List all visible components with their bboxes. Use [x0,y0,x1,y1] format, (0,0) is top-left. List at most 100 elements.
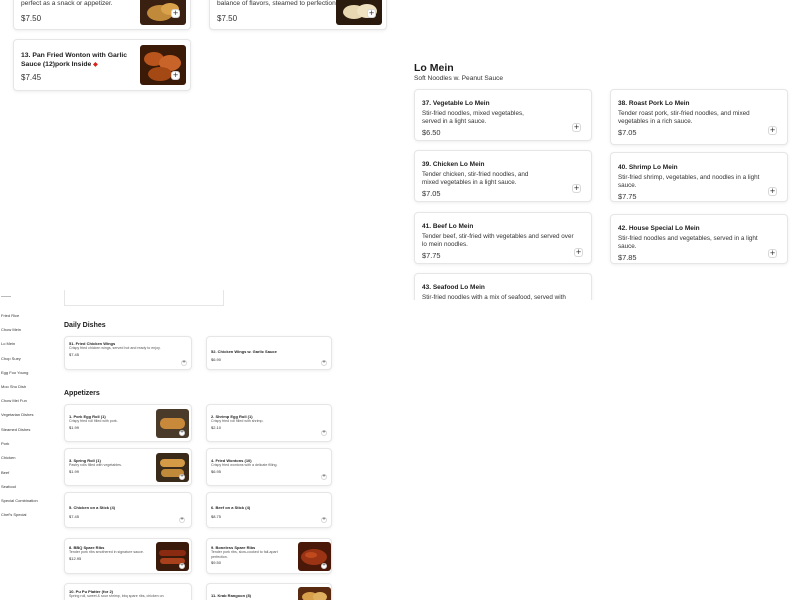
item-title: 40. Shrimp Lo Mein [618,164,678,171]
menu-item-card[interactable]: 6. Beef on a Stick (4) $8.75 + [206,492,332,528]
item-title: 42. House Special Lo Mein [618,225,700,232]
menu-item-card[interactable]: 8. BBQ Spare Ribs Tender pork ribs smoth… [64,538,192,574]
item-description: Pastry rolls filled with vegetables. [69,463,122,467]
menu-item-card[interactable]: 13. Pan Fried Wonton with Garlic Sauce (… [13,39,191,91]
add-to-cart-button[interactable]: + [181,360,187,366]
item-description: Crispy fried chicken wings, served hot a… [69,346,161,350]
sidebar-item-beef[interactable]: Beef [1,470,9,475]
add-to-cart-button[interactable]: + [572,184,581,193]
item-price: $7.50 [21,14,42,23]
menu-item-card[interactable]: Tender dumplings filled with a delicate … [209,0,387,30]
item-description: Crispy fried wontons with a delicate fil… [211,463,278,467]
section-title-daily-dishes: Daily Dishes [64,322,106,329]
sidebar-partial-item [1,296,11,301]
item-title: 13. Pan Fried Wonton with Garlic Sauce (… [21,51,139,70]
add-to-cart-button[interactable]: + [768,187,777,196]
sidebar-item-chicken[interactable]: Chicken [1,455,15,460]
item-price: $7.05 [618,128,637,137]
item-price: $7.75 [422,251,441,260]
menu-item-card[interactable]: 4. Fried Wontons (10) Crispy fried wonto… [206,448,332,486]
item-description: Tender pork ribs, slow-cooked to fall-ap… [211,550,278,559]
item-price: $2.10 [211,424,222,430]
sidebar-item-moo-shu-dish[interactable]: Moo Shu Dish [1,384,26,389]
item-photo [298,587,331,600]
sidebar-item-chefs-special[interactable]: Chef's Special [1,512,26,517]
item-price: $7.85 [618,253,637,262]
spicy-icon: ◆ [93,62,98,68]
sidebar-item-steamed-dishes[interactable]: Steamed Dishes [1,427,30,432]
menu-item-card[interactable]: Crispy fried pastry filled with flavors,… [13,0,191,30]
item-price: $7.45 [69,351,80,357]
item-price: $8.75 [211,514,222,519]
add-to-cart-button[interactable]: + [321,517,327,523]
add-to-cart-button[interactable]: + [179,430,185,436]
add-to-cart-button[interactable]: + [321,474,327,480]
item-description: Crispy fried roll filled with pork. [69,419,118,423]
item-title: 52. Chicken Wings w. Garlic Sauce [211,349,277,354]
add-to-cart-button[interactable]: + [171,9,180,18]
sidebar-item-fried-rice[interactable]: Fried Rice [1,313,19,318]
section-title-appetizers: Appetizers [64,390,100,397]
menu-item-card[interactable]: 37. Vegetable Lo Mein Stir-fried noodles… [414,89,592,141]
add-to-cart-button[interactable]: + [171,71,180,80]
item-description: Spring roll, sweet & sour shrimp, bbq sp… [69,594,164,598]
item-price: $7.05 [422,189,441,198]
item-title: 41. Beef Lo Mein [422,223,474,230]
menu-item-card[interactable]: 1. Pork Egg Roll (1) Crispy fried roll f… [64,404,192,442]
item-price: $7.45 [69,514,80,519]
menu-item-card[interactable]: 52. Chicken Wings w. Garlic Sauce $6.90 … [206,336,332,370]
item-description: Tender pork ribs smothered in signature … [69,550,144,554]
sidebar-item-seafood[interactable]: Seafood [1,484,16,489]
add-to-cart-button[interactable]: + [321,360,327,366]
item-description: Crispy fried roll filled with shrimp. [211,419,264,423]
item-description: Tender chicken, stir-fried noodles, and … [422,171,529,186]
sidebar-item-special-combination[interactable]: Special Combination [1,498,38,503]
add-to-cart-button[interactable]: + [367,9,376,18]
sidebar-item-lo-mein[interactable]: Lo Mein [1,341,15,346]
menu-item-card[interactable]: 39. Chicken Lo Mein Tender chicken, stir… [414,150,592,202]
menu-item-card[interactable]: 11. Krab Rangoon (8) [206,583,332,600]
add-to-cart-button[interactable]: + [574,248,583,257]
item-description: Tender roast pork, stir-fried noodles, a… [618,110,750,125]
add-to-cart-button[interactable]: + [768,249,777,258]
add-to-cart-button[interactable]: + [321,430,327,436]
item-description: Stir-fried noodles and vegetables, serve… [618,235,758,250]
menu-item-card[interactable]: 3. Spring Roll (1) Pastry rolls filled w… [64,448,192,486]
item-title-text: 13. Pan Fried Wonton with Garlic Sauce (… [21,52,127,68]
item-price: $6.95 [211,468,222,474]
item-price: $7.50 [217,14,238,23]
item-title: 43. Seafood Lo Mein [422,284,485,291]
menu-item-card[interactable]: 38. Roast Pork Lo Mein Tender roast pork… [610,89,788,145]
menu-item-card[interactable]: 5. Chicken on a Stick (4) $7.45 + [64,492,192,528]
section-title: Lo Mein [414,62,454,74]
sidebar-item-egg-foo-young[interactable]: Egg Foo Young [1,370,28,375]
menu-item-card[interactable]: 41. Beef Lo Mein Tender beef, stir-fried… [414,212,592,264]
item-description: Stir-fried noodles, mixed vegetables, se… [422,110,524,125]
add-to-cart-button[interactable]: + [321,563,327,569]
item-description: Stir-fried shrimp, vegetables, and noodl… [618,174,760,189]
sidebar-item-chow-mei-fun[interactable]: Chow Mei Fun [1,398,27,403]
sidebar-item-pork[interactable]: Pork [1,441,9,446]
menu-item-card[interactable]: 2. Shrimp Egg Roll (1) Crispy fried roll… [206,404,332,442]
menu-item-card[interactable]: 9. Boneless Spare Ribs Tender pork ribs,… [206,538,332,574]
menu-item-card[interactable]: 40. Shrimp Lo Mein Stir-fried shrimp, ve… [610,152,788,202]
menu-item-card[interactable]: 51. Fried Chicken Wings Crispy fried chi… [64,336,192,370]
item-price: $6.50 [422,128,441,137]
item-title: 5. Chicken on a Stick (4) [69,505,116,510]
item-price: $7.45 [21,73,42,82]
category-header-card [64,290,224,306]
add-to-cart-button[interactable]: + [179,563,185,569]
add-to-cart-button[interactable]: + [179,517,185,523]
item-title: 38. Roast Pork Lo Mein [618,100,690,107]
item-title: 39. Chicken Lo Mein [422,161,485,168]
sidebar-item-chop-suey[interactable]: Chop Suey [1,356,21,361]
sidebar-item-chow-mein[interactable]: Chow Mein [1,327,21,332]
menu-item-card[interactable]: 42. House Special Lo Mein Stir-fried noo… [610,214,788,264]
add-to-cart-button[interactable]: + [179,474,185,480]
sidebar-item-vegetarian-dishes[interactable]: Vegetarian Dishes [1,412,33,417]
menu-page: Crispy fried pastry filled with flavors,… [0,0,800,600]
item-price: $6.90 [211,357,222,362]
add-to-cart-button[interactable]: + [768,126,777,135]
menu-item-card[interactable]: 10. Pu Pu Platter (for 2) Spring roll, s… [64,583,192,600]
add-to-cart-button[interactable]: + [572,123,581,132]
